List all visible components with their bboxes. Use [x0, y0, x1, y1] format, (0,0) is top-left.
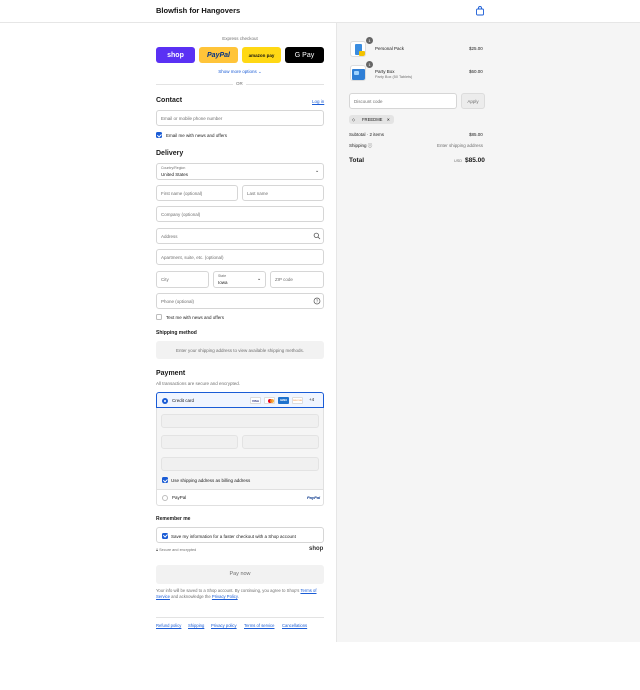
- city-field[interactable]: City: [156, 271, 209, 288]
- card-name-field[interactable]: [161, 457, 319, 471]
- footer-privacy-link[interactable]: Privacy policy: [211, 623, 237, 628]
- discount-code-field[interactable]: Discount code: [349, 93, 457, 109]
- remove-discount-icon[interactable]: ✕: [387, 117, 391, 122]
- search-icon: [313, 232, 321, 242]
- product-variant: Party Box (50 Tablets): [375, 75, 413, 79]
- store-name[interactable]: Blowfish for Hangovers: [156, 6, 240, 15]
- secure-text: 🔒︎ Secure and encrypted: [156, 548, 197, 552]
- amex-icon: AMEX: [278, 397, 289, 404]
- payment-heading: Payment: [156, 370, 186, 377]
- news-label: Email me with news and offers: [166, 133, 227, 138]
- paypal-logo: PayPal: [307, 495, 321, 500]
- contact-heading: Contact: [156, 97, 183, 104]
- credit-card-radio[interactable]: [162, 398, 168, 404]
- card-form: Use shipping address as billing address: [156, 408, 324, 490]
- zip-field[interactable]: ZIP code: [270, 271, 324, 288]
- company-field[interactable]: Company (optional): [156, 206, 324, 222]
- footer-refund-link[interactable]: Refund policy: [156, 623, 181, 628]
- credit-card-option[interactable]: Credit card VISA AMEX DISCOVER +4: [156, 392, 324, 408]
- card-number-field[interactable]: [161, 414, 319, 428]
- shop-logo: shop: [309, 546, 324, 552]
- discount-code: FREEDME: [362, 117, 383, 122]
- last-name-field[interactable]: Last name: [242, 185, 324, 201]
- or-divider-label: OR: [233, 81, 246, 86]
- quantity-badge: 1: [366, 61, 373, 68]
- shipping-value: Enter shipping address: [437, 143, 484, 148]
- state-select[interactable]: State Iowa ⌄: [213, 271, 266, 288]
- login-link[interactable]: Log in: [312, 99, 324, 104]
- show-more-options-link[interactable]: Show more options ⌄: [156, 69, 324, 75]
- total-value: $85.00: [465, 157, 485, 164]
- currency-code: USD: [454, 159, 463, 163]
- save-info-checkbox[interactable]: [162, 532, 168, 539]
- email-field[interactable]: Email or mobile phone number: [156, 110, 324, 126]
- lock-icon: 🔒︎: [156, 548, 159, 552]
- paypal-button[interactable]: PayPal: [199, 47, 238, 63]
- express-checkout-title: Express checkout: [222, 36, 258, 41]
- quantity-badge: 1: [366, 37, 373, 44]
- first-name-field[interactable]: First name (optional): [156, 185, 238, 201]
- delivery-heading: Delivery: [156, 150, 184, 157]
- chevron-down-icon: ⌄: [315, 168, 320, 174]
- product-name: Personal Pack: [375, 46, 405, 51]
- footer-cancellations-link[interactable]: Cancellations: [282, 623, 307, 628]
- sms-label: Text me with news and offers: [166, 315, 224, 320]
- country-select[interactable]: Country/Region United States ⌄: [156, 163, 324, 180]
- product-price: $60.00: [469, 69, 483, 74]
- card-cvv-field[interactable]: [242, 435, 319, 449]
- paypal-radio[interactable]: [162, 495, 168, 501]
- product-name: Party Box: [375, 69, 395, 74]
- save-info-label: Save my information for a faster checkou…: [171, 533, 296, 539]
- billing-same-label: Use shipping address as billing address: [171, 478, 251, 483]
- shop-disclaimer: Your info will be saved to a Shop accoun…: [156, 588, 317, 599]
- product-thumbnail: [350, 65, 366, 81]
- google-pay-button[interactable]: G Pay: [285, 47, 324, 63]
- info-icon[interactable]: ⓘ: [368, 143, 373, 148]
- mastercard-icon: [264, 397, 275, 404]
- paypal-option[interactable]: PayPal PayPal: [156, 490, 324, 506]
- remember-me-box[interactable]: Save my information for a faster checkou…: [156, 527, 324, 543]
- credit-card-label: Credit card: [172, 398, 195, 403]
- privacy-policy-link[interactable]: Privacy Policy: [212, 594, 238, 599]
- remember-me-heading: Remember me: [156, 516, 191, 522]
- amazon-pay-button[interactable]: amazon pay: [242, 47, 281, 63]
- apply-button[interactable]: Apply: [461, 93, 485, 109]
- news-checkbox[interactable]: [156, 132, 162, 138]
- page-header: Blowfish for Hangovers: [0, 0, 640, 23]
- discount-tag: ◇ FREEDME ✕: [349, 115, 395, 124]
- product-thumbnail: [350, 41, 366, 57]
- payment-subtitle: All transactions are secure and encrypte…: [156, 381, 241, 386]
- paypal-label: PayPal: [172, 495, 187, 500]
- discover-icon: DISCOVER: [292, 397, 303, 404]
- more-cards-label: +4: [309, 397, 315, 402]
- subtotal-label: Subtotal · 2 items: [349, 132, 385, 137]
- total-label: Total: [349, 157, 365, 164]
- phone-field[interactable]: Phone (optional) ?: [156, 293, 324, 309]
- address-field[interactable]: Address: [156, 228, 324, 244]
- visa-icon: VISA: [250, 397, 261, 404]
- divider: [156, 617, 324, 618]
- product-price: $25.00: [469, 46, 483, 51]
- help-icon[interactable]: ?: [313, 297, 321, 307]
- footer-terms-link[interactable]: Terms of service: [244, 623, 274, 628]
- pay-now-button[interactable]: Pay now: [156, 565, 324, 584]
- shipping-method-heading: Shipping method: [156, 330, 197, 336]
- cart-icon[interactable]: [474, 5, 486, 17]
- svg-text:?: ?: [316, 299, 319, 304]
- sms-checkbox[interactable]: [156, 314, 162, 320]
- subtotal-value: $85.00: [469, 132, 483, 137]
- billing-same-checkbox[interactable]: [162, 477, 168, 483]
- footer-shipping-link[interactable]: Shipping: [188, 623, 204, 628]
- tag-icon: ◇: [352, 117, 356, 122]
- shipping-label: Shipping ⓘ: [349, 143, 373, 148]
- shop-pay-button[interactable]: shop: [156, 47, 195, 63]
- apartment-field[interactable]: Apartment, suite, etc. (optional): [156, 249, 324, 265]
- shipping-method-placeholder: Enter your shipping address to view avai…: [156, 341, 324, 359]
- card-expiry-field[interactable]: [161, 435, 238, 449]
- chevron-down-icon: ⌄: [257, 276, 262, 282]
- chevron-down-icon: ⌄: [258, 69, 262, 74]
